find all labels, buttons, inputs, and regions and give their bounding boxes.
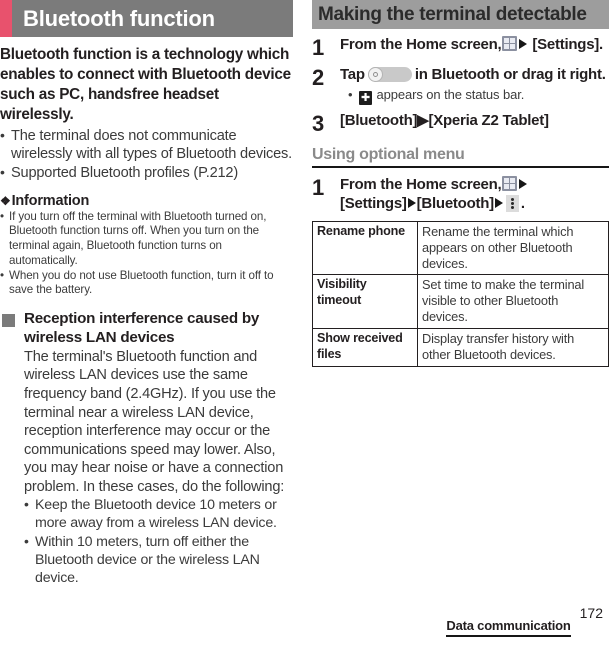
optional-menu-table: Rename phone Rename the terminal which a… [312, 220, 609, 367]
step-number: 1 [312, 175, 325, 201]
table-cell-value: Rename the terminal which appears on oth… [417, 220, 609, 276]
table-row: Show received files Display transfer his… [312, 328, 609, 367]
bluetooth-status-icon: ✚ [359, 90, 372, 105]
step-body: From the Home screen, [Settings]. [340, 36, 609, 55]
subsection-body: The terminal's Bluetooth function and wi… [24, 348, 285, 495]
list-item-text: If you turn off the terminal with Blueto… [9, 209, 267, 267]
step-text-settings: [Settings] [340, 194, 407, 212]
step-text-before-icon: Tap [340, 66, 365, 83]
subsection-heading-text: Reception interference caused by wireles… [24, 309, 260, 346]
arrow-right-icon [519, 179, 528, 190]
toggle-switch-icon[interactable] [367, 67, 412, 82]
intro-bullet-list: • The terminal does not communicate wire… [0, 127, 293, 183]
section-title: Making the terminal detectable [318, 4, 587, 25]
intro-paragraph: Bluetooth function is a technology which… [0, 46, 291, 123]
step-substep-text: appears on the status bar. [376, 86, 525, 102]
bullet-dot-icon: • [0, 126, 5, 143]
list-item-text: Within 10 meters, turn off either the Bl… [35, 534, 260, 587]
step-body: Tap in Bluetooth or drag it right. • ✚ ap… [340, 66, 609, 105]
right-column: Making the terminal detectable 1 From th… [312, 0, 609, 367]
optional-menu-heading: Using optional menu [312, 145, 465, 163]
arrow-right-icon [519, 39, 528, 49]
table-cell-value: Display transfer history with other Blue… [417, 328, 609, 367]
table-cell-key: Visibility timeout [312, 274, 418, 330]
bullet-dot-icon: • [0, 164, 5, 181]
diamond-icon: ❖ [0, 193, 11, 208]
list-item: • The terminal does not communicate wire… [0, 127, 293, 164]
step-substep: • ✚ appears on the status bar. [348, 87, 609, 105]
square-marker-icon [2, 313, 15, 327]
information-heading: ❖ Information [0, 193, 293, 209]
information-bullet-list: • If you turn off the terminal with Blue… [0, 210, 293, 298]
table-cell-value: Set time to make the terminal visible to… [417, 274, 609, 330]
page-footer: Data communication 172 [446, 605, 603, 637]
list-item: • Supported Bluetooth profiles (P.212) [0, 164, 293, 182]
step-text-after-icon: [Settings]. [532, 36, 603, 53]
app-drawer-icon [502, 176, 518, 192]
step-1: 1 From the Home screen, [Settings]. [312, 36, 609, 59]
arrow-right-icon [407, 197, 416, 208]
table-cell-key: Rename phone [312, 220, 418, 276]
table-row: Rename phone Rename the terminal which a… [312, 220, 609, 276]
step-text-bluetooth: [Bluetooth] [416, 194, 494, 212]
subsection-bullet-list: • Keep the Bluetooth device 10 meters or… [24, 496, 293, 587]
step-substep-content: ✚ appears on the status bar. [358, 87, 524, 105]
bullet-dot-icon: • [348, 86, 353, 102]
chapter-accent-bar [0, 0, 12, 37]
step-2: 2 Tap in Bluetooth or drag it right. • ✚ … [312, 66, 609, 105]
footer-page-number: 172 [579, 605, 603, 621]
footer-chapter-label: Data communication [446, 618, 571, 637]
step-number: 3 [312, 110, 325, 136]
step-text-line1: From the Home screen, [340, 176, 502, 194]
step-body: From the Home screen, [Settings] [Bluetoo… [340, 176, 609, 214]
chapter-header: Bluetooth function [0, 0, 293, 37]
left-column: Bluetooth function Bluetooth function is… [0, 0, 293, 588]
list-item-text: The terminal does not communicate wirele… [11, 127, 292, 162]
step-text-period: . [520, 194, 525, 212]
bullet-dot-icon: • [0, 268, 4, 282]
step-text-before-icon: From the Home screen, [340, 36, 502, 53]
table-row: Visibility timeout Set time to make the … [312, 274, 609, 330]
bullet-dot-icon: • [24, 496, 29, 513]
horizontal-rule [312, 166, 609, 169]
list-item-text: When you do not use Bluetooth function, … [9, 268, 274, 297]
toggle-knob [367, 67, 383, 82]
step-text-after-icon: in Bluetooth or drag it right. [414, 66, 606, 83]
step-number: 1 [312, 35, 325, 60]
list-item-text: Keep the Bluetooth device 10 meters or m… [35, 497, 277, 532]
table-cell-key: Show received files [312, 328, 418, 367]
step-number: 2 [312, 65, 325, 90]
list-item: • Within 10 meters, turn off either the … [24, 533, 293, 587]
subsection-heading: Reception interference caused by wireles… [0, 309, 293, 347]
bullet-dot-icon: • [0, 209, 4, 223]
app-drawer-icon [502, 36, 518, 51]
overflow-menu-icon[interactable] [505, 194, 519, 212]
chapter-title: Bluetooth function [23, 5, 215, 31]
arrow-right-icon [494, 197, 503, 208]
step-3: 3 [Bluetooth]▶[Xperia Z2 Tablet] [312, 112, 609, 135]
step-body: [Bluetooth]▶[Xperia Z2 Tablet] [340, 111, 549, 129]
optional-step-1: 1 From the Home screen, [Settings] [Bluet… [312, 176, 609, 214]
bullet-dot-icon: • [24, 533, 29, 550]
manual-page: Bluetooth function Bluetooth function is… [0, 0, 609, 645]
list-item: • When you do not use Bluetooth function… [0, 269, 293, 298]
list-item: • Keep the Bluetooth device 10 meters or… [24, 496, 293, 532]
information-heading-text: Information [11, 192, 90, 209]
list-item: • If you turn off the terminal with Blue… [0, 210, 293, 269]
section-header: Making the terminal detectable [312, 0, 609, 29]
list-item-text: Supported Bluetooth profiles (P.212) [11, 165, 238, 182]
